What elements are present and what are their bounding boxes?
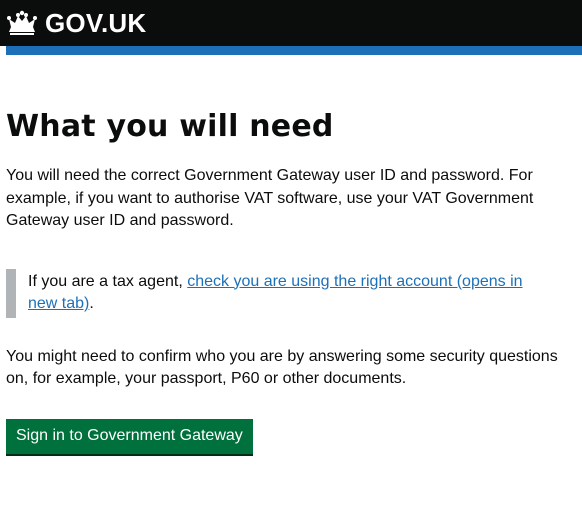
sign-in-button[interactable]: Sign in to Government Gateway [6,418,253,454]
main-content: What you will need You will need the cor… [6,55,574,454]
crown-icon [7,10,37,35]
site-header: GOV.UK [0,0,582,46]
intro-paragraph: You will need the correct Government Gat… [6,167,534,229]
security-paragraph: You might need to confirm who you are by… [6,347,558,388]
inset-suffix: . [89,295,94,312]
page-title: What you will need [6,109,334,144]
logo-text: GOV.UK [45,7,147,38]
header-accent-bar [6,46,582,55]
inset-text: If you are a tax agent, check you are us… [6,268,558,318]
govuk-logo-link[interactable]: GOV.UK [6,8,146,38]
inset-prefix: If you are a tax agent, [28,272,188,290]
